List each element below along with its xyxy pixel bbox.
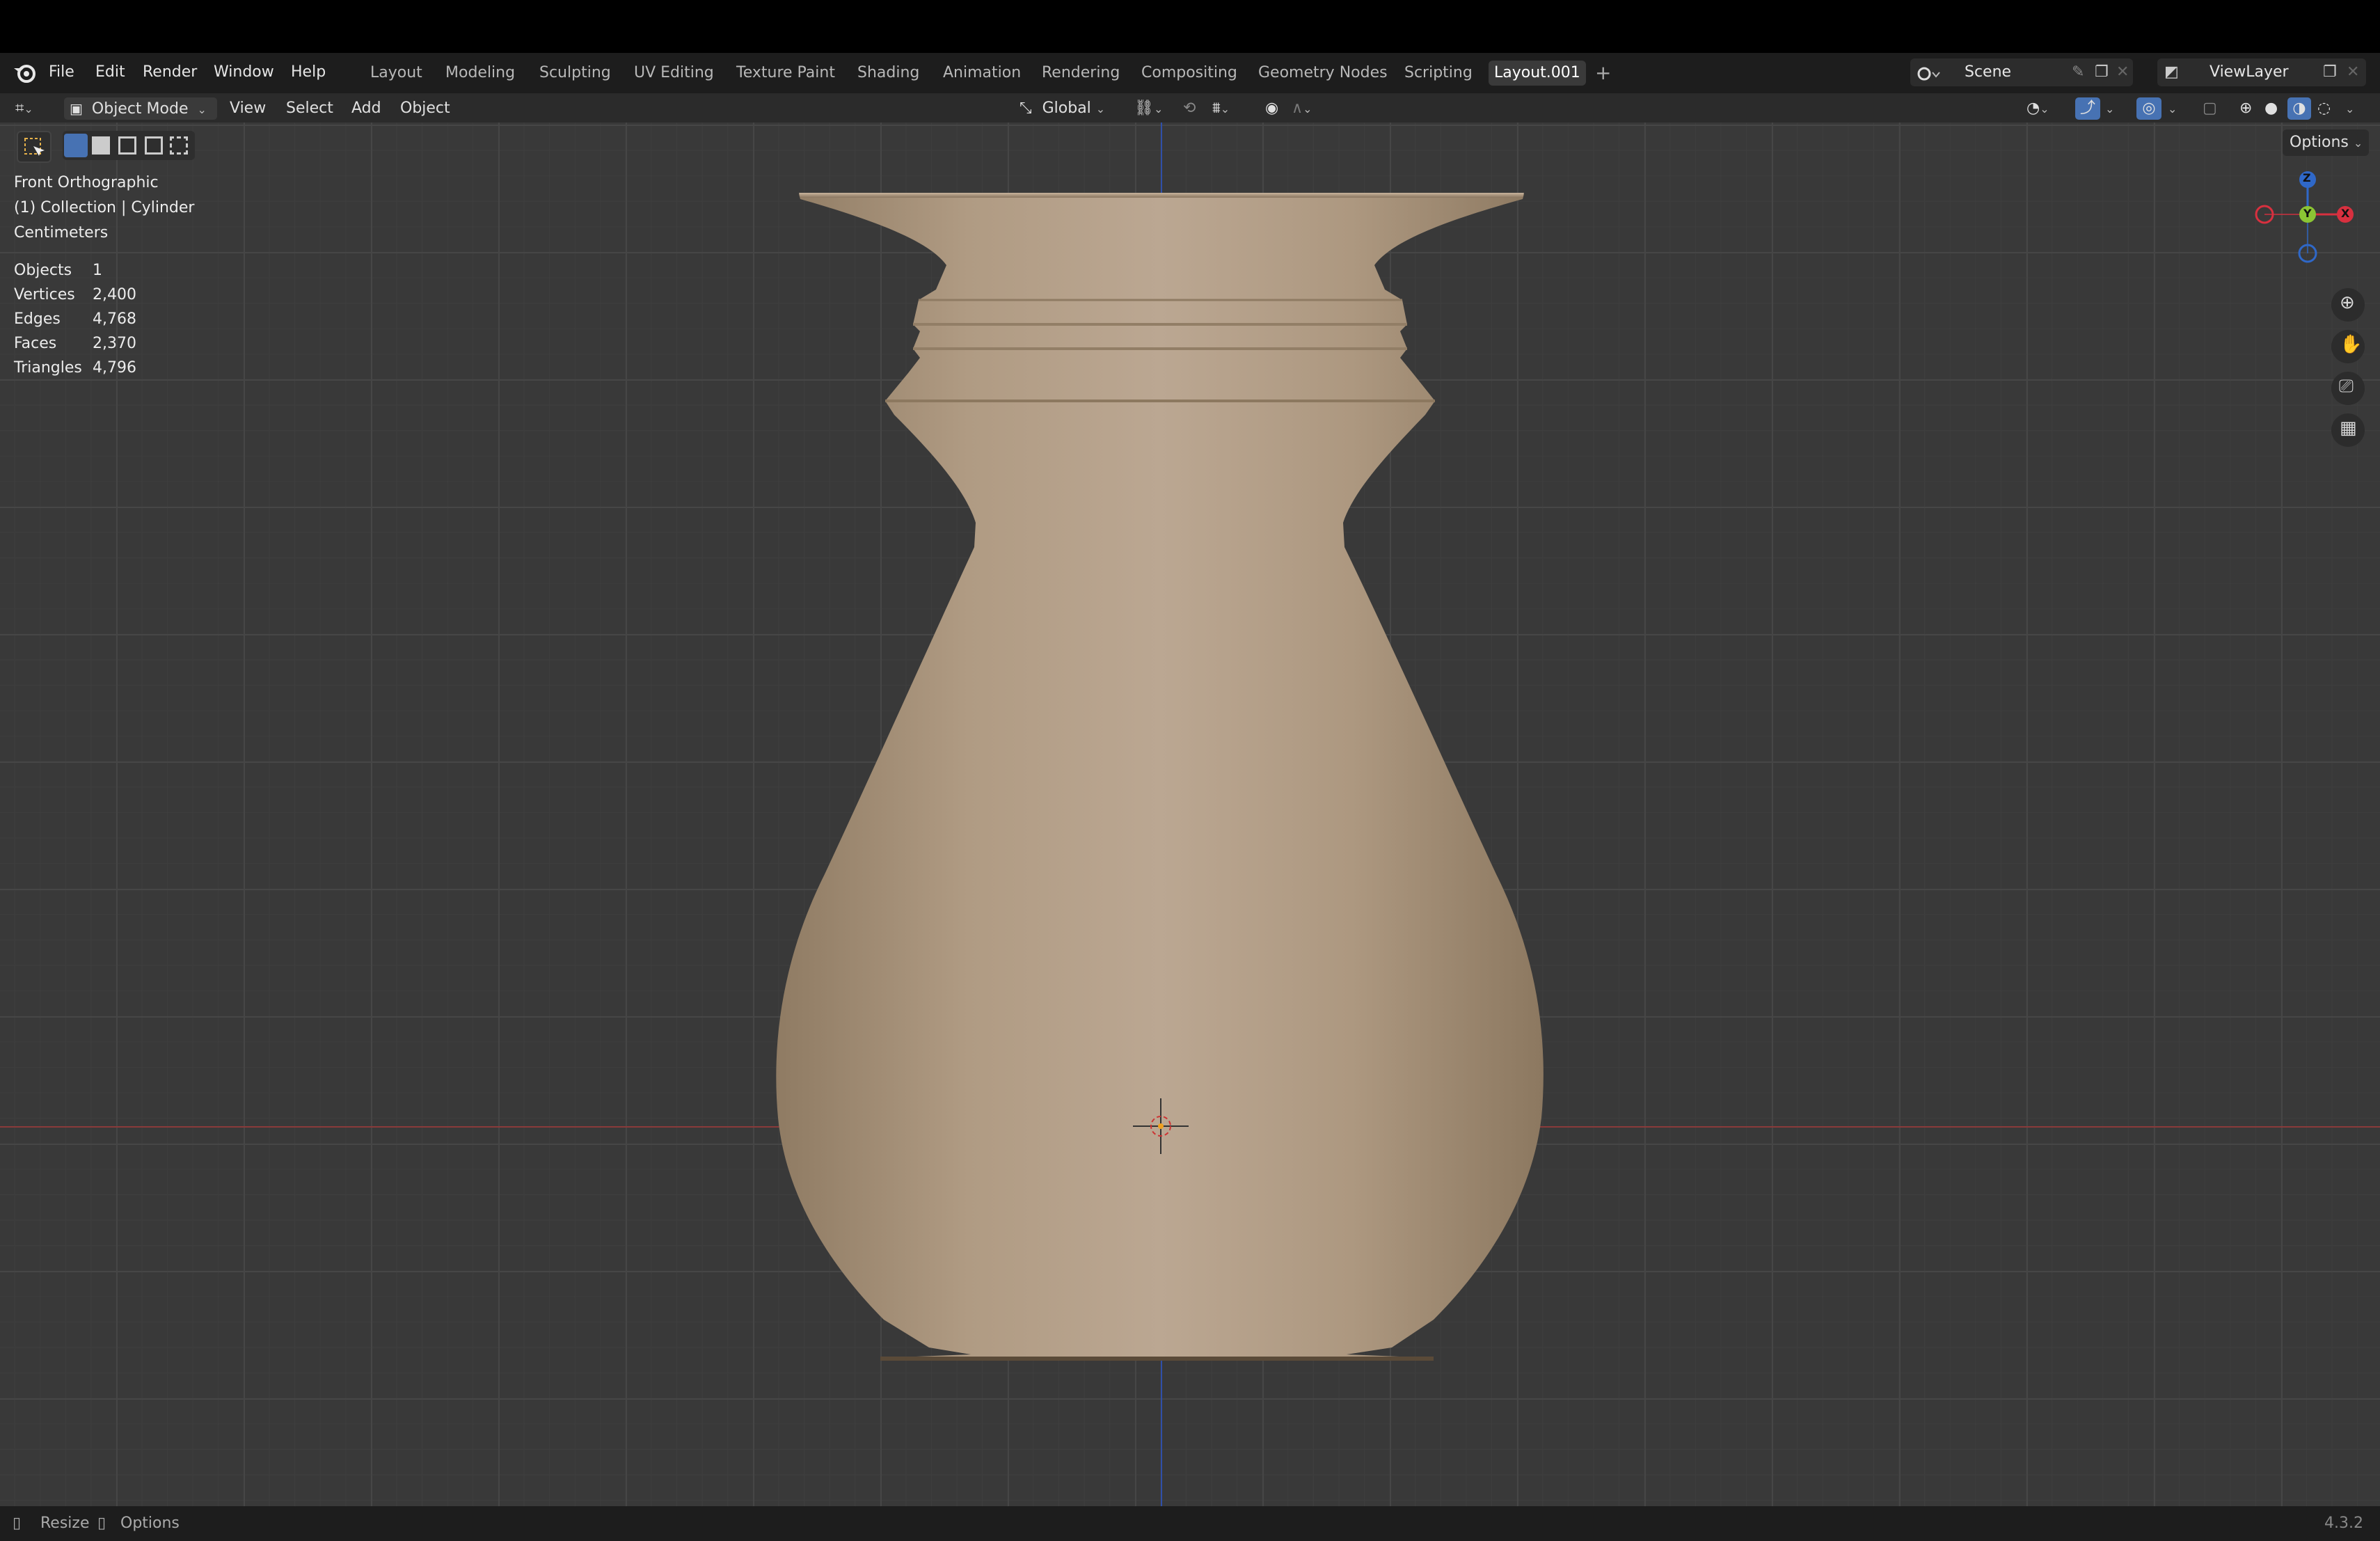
- object-mode-icon: ▣: [70, 100, 83, 117]
- vase-mesh[interactable]: [0, 123, 2380, 1506]
- gizmo-x-label: X: [2341, 207, 2350, 220]
- overlay-icon[interactable]: ◎: [2136, 97, 2161, 120]
- axis-gizmo-icon: [2255, 171, 2354, 263]
- editor-type-icon[interactable]: ⌗⌄: [15, 97, 33, 120]
- overlay-dropdown[interactable]: ⌄: [2168, 97, 2177, 120]
- visibility-icon[interactable]: ◔⌄: [2026, 97, 2049, 120]
- mouse-left-icon: ▯: [13, 1515, 22, 1532]
- tab-modeling[interactable]: Modeling: [440, 61, 521, 86]
- transform-orientation-dropdown[interactable]: ⤡ Global ⌄: [1020, 97, 1124, 120]
- tab-texture-paint[interactable]: Texture Paint: [731, 61, 841, 86]
- chevron-down-icon: ⌄: [1095, 102, 1106, 116]
- menu-object[interactable]: Object: [400, 97, 450, 120]
- navigation-gizmo[interactable]: Z Y X: [2248, 171, 2359, 269]
- transform-orientation-icon: ⤡: [1020, 100, 1032, 117]
- vase-body: [776, 194, 1544, 1360]
- mode-dropdown[interactable]: ▣ Object Mode ⌄: [64, 97, 217, 120]
- tab-animation[interactable]: Animation: [937, 61, 1026, 86]
- tab-compositing[interactable]: Compositing: [1136, 61, 1243, 86]
- gizmo-y-label: Y: [2303, 207, 2312, 220]
- status-bar: ▯ Resize ▯ Options 4.3.2: [0, 1506, 2380, 1541]
- pin-icon[interactable]: ✎: [2072, 58, 2084, 86]
- snap-target-icon[interactable]: ⩩⌄: [1212, 97, 1230, 120]
- shading-dropdown[interactable]: ⌄: [2345, 97, 2354, 120]
- status-resize: Resize: [40, 1515, 90, 1532]
- close-view-layer-icon[interactable]: ✕: [2347, 58, 2359, 86]
- gizmo-dropdown[interactable]: ⌄: [2105, 97, 2114, 120]
- tab-uv-editing[interactable]: UV Editing: [628, 61, 720, 86]
- new-scene-icon[interactable]: ❐: [2095, 58, 2109, 86]
- grid-icon: ▦: [2340, 418, 2357, 438]
- new-view-layer-icon[interactable]: ❐: [2323, 58, 2337, 86]
- vase-rim: [799, 193, 1524, 198]
- xray-icon[interactable]: ▢: [2203, 97, 2217, 120]
- view-layer-name: ViewLayer: [2210, 63, 2289, 81]
- pivot-icon[interactable]: ⛓⌄: [1134, 97, 1163, 120]
- zoom-icon: ⊕: [2340, 292, 2355, 313]
- menu-help[interactable]: Help: [291, 61, 326, 84]
- viewport-header: ⌗⌄ ▣ Object Mode ⌄ View Select Add Objec…: [0, 93, 2380, 123]
- menu-add[interactable]: Add: [351, 97, 381, 120]
- camera-icon: ⎚: [2339, 376, 2354, 397]
- tab-layout-001[interactable]: Layout.001: [1489, 61, 1586, 86]
- shading-material-icon[interactable]: ◑: [2287, 97, 2311, 120]
- perspective-toggle-button[interactable]: ▦: [2331, 413, 2365, 447]
- camera-view-button[interactable]: ⎚: [2331, 372, 2365, 405]
- menu-window[interactable]: Window: [214, 61, 274, 84]
- blender-logo-icon[interactable]: [13, 61, 36, 84]
- menu-file[interactable]: File: [49, 61, 74, 84]
- scene-icon: [1917, 67, 1940, 81]
- mouse-right-icon: ▯: [97, 1515, 106, 1532]
- menu-select[interactable]: Select: [286, 97, 333, 120]
- scene-selector[interactable]: Scene ✎ ❐ ✕: [1910, 58, 2133, 86]
- tab-sculpting[interactable]: Sculpting: [534, 61, 617, 86]
- menu-render[interactable]: Render: [143, 61, 197, 84]
- chevron-down-icon: ⌄: [197, 103, 207, 116]
- tab-shading[interactable]: Shading: [852, 61, 925, 86]
- pan-hand-icon: ✋: [2340, 334, 2363, 355]
- gizmo-icon[interactable]: ⤴: [2075, 97, 2100, 120]
- tab-geometry-nodes[interactable]: Geometry Nodes: [1253, 61, 1393, 86]
- proportional-edit-icon[interactable]: ◉: [1265, 97, 1278, 120]
- close-icon[interactable]: ✕: [2116, 58, 2129, 86]
- menu-view[interactable]: View: [230, 97, 266, 120]
- transform-orientation-label: Global: [1042, 100, 1091, 117]
- gizmo-z-label: Z: [2303, 171, 2311, 184]
- zoom-button[interactable]: ⊕: [2331, 288, 2365, 322]
- shading-wireframe-icon[interactable]: ⊕: [2239, 97, 2252, 120]
- shading-solid-icon[interactable]: ●: [2264, 97, 2278, 120]
- top-bar: File Edit Render Window Help Layout Mode…: [0, 53, 2380, 93]
- tab-rendering[interactable]: Rendering: [1036, 61, 1125, 86]
- snap-icon[interactable]: ⟲: [1183, 97, 1196, 120]
- tab-layout[interactable]: Layout: [365, 61, 428, 86]
- view-layer-icon: ◩: [2164, 63, 2179, 81]
- status-options: Options: [120, 1515, 180, 1532]
- view-layer-selector[interactable]: ◩ ViewLayer ❐ ✕: [2157, 58, 2366, 86]
- pan-button[interactable]: ✋: [2331, 330, 2365, 363]
- 3d-cursor-icon[interactable]: [1133, 1098, 1189, 1154]
- 3d-viewport[interactable]: Front Orthographic (1) Collection | Cyli…: [0, 123, 2380, 1506]
- add-workspace-icon[interactable]: +: [1595, 61, 1611, 84]
- version-label: 4.3.2: [2324, 1515, 2363, 1532]
- shading-rendered-icon[interactable]: ◌: [2317, 97, 2331, 120]
- mode-label: Object Mode: [91, 100, 189, 118]
- tab-scripting[interactable]: Scripting: [1399, 61, 1478, 86]
- menu-edit[interactable]: Edit: [95, 61, 125, 84]
- scene-name: Scene: [1965, 63, 2012, 81]
- falloff-icon[interactable]: ∧⌄: [1292, 97, 1312, 120]
